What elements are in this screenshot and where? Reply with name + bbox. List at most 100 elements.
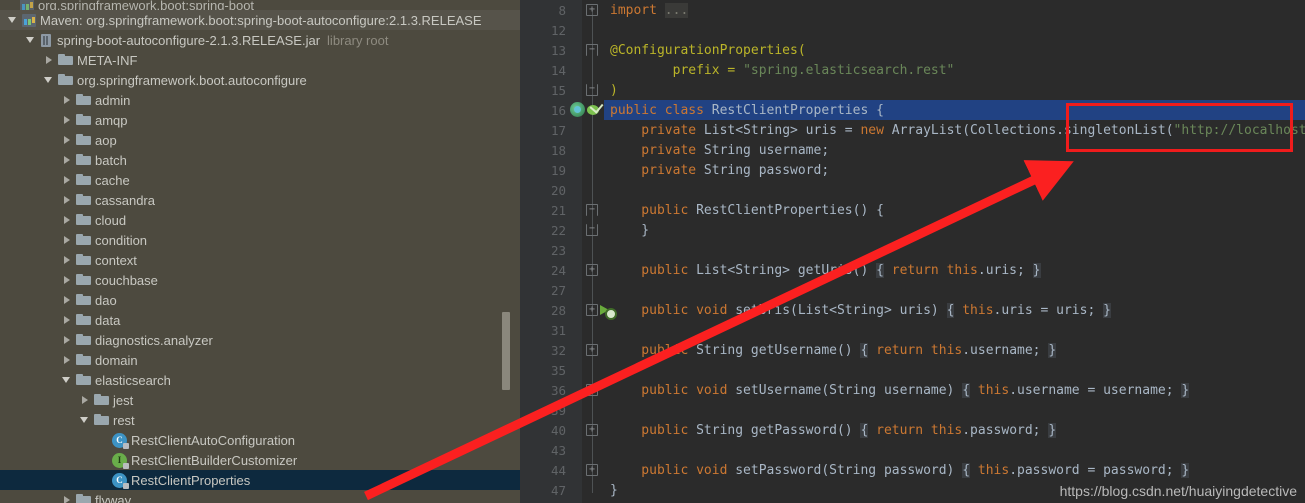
tree-row[interactable]: cache [0,170,520,190]
tree-row[interactable]: rest [0,410,520,430]
tree-row[interactable]: couchbase [0,270,520,290]
code-token: public void [610,382,736,398]
code-line[interactable]: 39 [520,400,1305,420]
chevron-right-icon[interactable] [62,155,73,166]
code-line[interactable]: 24 + public List<String> getUris() { retu… [520,260,1305,280]
chevron-right-icon[interactable] [62,315,73,326]
chevron-right-icon[interactable] [62,335,73,346]
code-line[interactable]: 43 [520,440,1305,460]
tree-row-label: batch [95,152,127,168]
project-tree-panel[interactable]: org.springframework.boot:spring-boot Mave… [0,0,520,503]
chevron-right-icon[interactable] [62,95,73,106]
chevron-down-icon[interactable] [8,15,19,26]
tree-row[interactable]: flyway [0,490,520,503]
tree-row[interactable]: batch [0,150,520,170]
code-text: prefix = "spring.elasticsearch.rest" [610,63,955,78]
tree-row[interactable]: spring-boot-autoconfigure-2.1.3.RELEASE.… [0,30,520,50]
tree-row[interactable]: jest [0,390,520,410]
tree-row-label: META-INF [77,52,138,68]
chevron-right-icon[interactable] [80,395,91,406]
code-line[interactable]: 27 [520,280,1305,300]
tree-row[interactable]: cassandra [0,190,520,210]
chevron-right-icon[interactable] [62,355,73,366]
tree-row[interactable]: domain [0,350,520,370]
fold-collapse-icon[interactable]: − [586,84,598,96]
fold-expand-icon[interactable]: + [586,464,598,476]
tree-scrollbar-thumb[interactable] [502,312,510,390]
fold-expand-icon[interactable]: + [586,424,598,436]
chevron-right-icon[interactable] [62,135,73,146]
chevron-down-icon[interactable] [80,415,91,426]
code-line[interactable]: 40 + public String getPassword() { return… [520,420,1305,440]
checkmark-icon[interactable] [587,102,602,117]
code-line[interactable]: 12 [520,20,1305,40]
tree-row[interactable]: org.springframework.boot.autoconfigure [0,70,520,90]
tree-row[interactable]: cloud [0,210,520,230]
chevron-down-icon[interactable] [44,75,55,86]
tree-row[interactable]: amqp [0,110,520,130]
tree-row[interactable]: dao [0,290,520,310]
chevron-down-icon[interactable] [62,375,73,386]
code-token: public void [610,302,736,318]
tree-row[interactable]: RestClientAutoConfiguration [0,430,520,450]
tree-row-partial[interactable]: org.springframework.boot:spring-boot [0,0,520,10]
chevron-right-icon[interactable] [62,295,73,306]
tree-row[interactable]: data [0,310,520,330]
code-line[interactable]: 36 + public void setUsername(String usern… [520,380,1305,400]
code-editor-panel[interactable]: 8 + import ... 12 13− @ConfigurationPropertie… [520,0,1305,503]
fold-expand-icon[interactable]: + [586,264,598,276]
code-line[interactable]: 19 private String password; [520,160,1305,180]
code-line[interactable]: 31 [520,320,1305,340]
code-line[interactable]: 32 + public String getUsername() { return… [520,340,1305,360]
code-line[interactable]: 8 + import ... [520,0,1305,20]
chevron-right-icon[interactable] [62,215,73,226]
tree-row[interactable]: condition [0,230,520,250]
chevron-right-icon[interactable] [62,235,73,246]
code-line[interactable]: 35 [520,360,1305,380]
tree-scrollbar-track[interactable] [502,0,515,503]
chevron-right-icon[interactable] [62,275,73,286]
fold-expand-icon[interactable]: + [586,304,598,316]
code-line[interactable]: 23 [520,240,1305,260]
chevron-right-icon[interactable] [62,495,73,503]
tree-row[interactable]: diagnostics.analyzer [0,330,520,350]
tree-row[interactable]: RestClientBuilderCustomizer [0,450,520,470]
tree-row[interactable]: META-INF [0,50,520,70]
tree-row[interactable]: admin [0,90,520,110]
code-line[interactable]: 44 + public void setPassword(String passw… [520,460,1305,480]
code-line[interactable]: 21 − public RestClientProperties() { [520,200,1305,220]
gutter-icon-group[interactable] [570,102,610,118]
fold-collapse-icon[interactable]: − [586,204,598,216]
chevron-right-icon[interactable] [62,175,73,186]
code-token: return [891,262,947,278]
code-text: } [610,223,649,238]
tree-row[interactable]: context [0,250,520,270]
lock-badge-icon [123,482,129,489]
code-line[interactable]: 20 [520,180,1305,200]
chevron-right-icon[interactable] [62,255,73,266]
tree-row[interactable]: elasticsearch [0,370,520,390]
folder-icon [76,314,91,326]
fold-expand-icon[interactable]: + [586,344,598,356]
chevron-right-icon[interactable] [44,55,55,66]
code-text: public void setUris(List<String> uris) {… [610,302,1111,318]
tree-row[interactable]: Maven: org.springframework.boot:spring-b… [0,10,520,30]
code-line[interactable]: 14 prefix = "spring.elasticsearch.rest" [520,60,1305,80]
code-token: .password = password; [1009,462,1182,478]
fold-collapse-icon[interactable]: − [586,224,598,236]
code-line[interactable]: 28 + public void setUris(List<String> uri… [520,300,1305,320]
chevron-down-icon[interactable] [26,35,37,46]
code-line[interactable]: 15 −) [520,80,1305,100]
fold-collapse-icon[interactable]: − [586,44,598,56]
code-line[interactable]: 22 − } [520,220,1305,240]
fold-expand-icon[interactable]: + [586,4,598,16]
tree-row[interactable]: aop [0,130,520,150]
chevron-right-icon[interactable] [62,115,73,126]
project-tree-list[interactable]: org.springframework.boot:spring-boot Mave… [0,0,520,503]
code-line[interactable]: 13 − @ConfigurationProperties( [520,40,1305,60]
chevron-right-icon[interactable] [62,195,73,206]
bean-icon[interactable] [570,102,585,117]
fold-expand-icon[interactable]: + [586,384,598,396]
tree-row[interactable]: RestClientProperties [0,470,520,490]
